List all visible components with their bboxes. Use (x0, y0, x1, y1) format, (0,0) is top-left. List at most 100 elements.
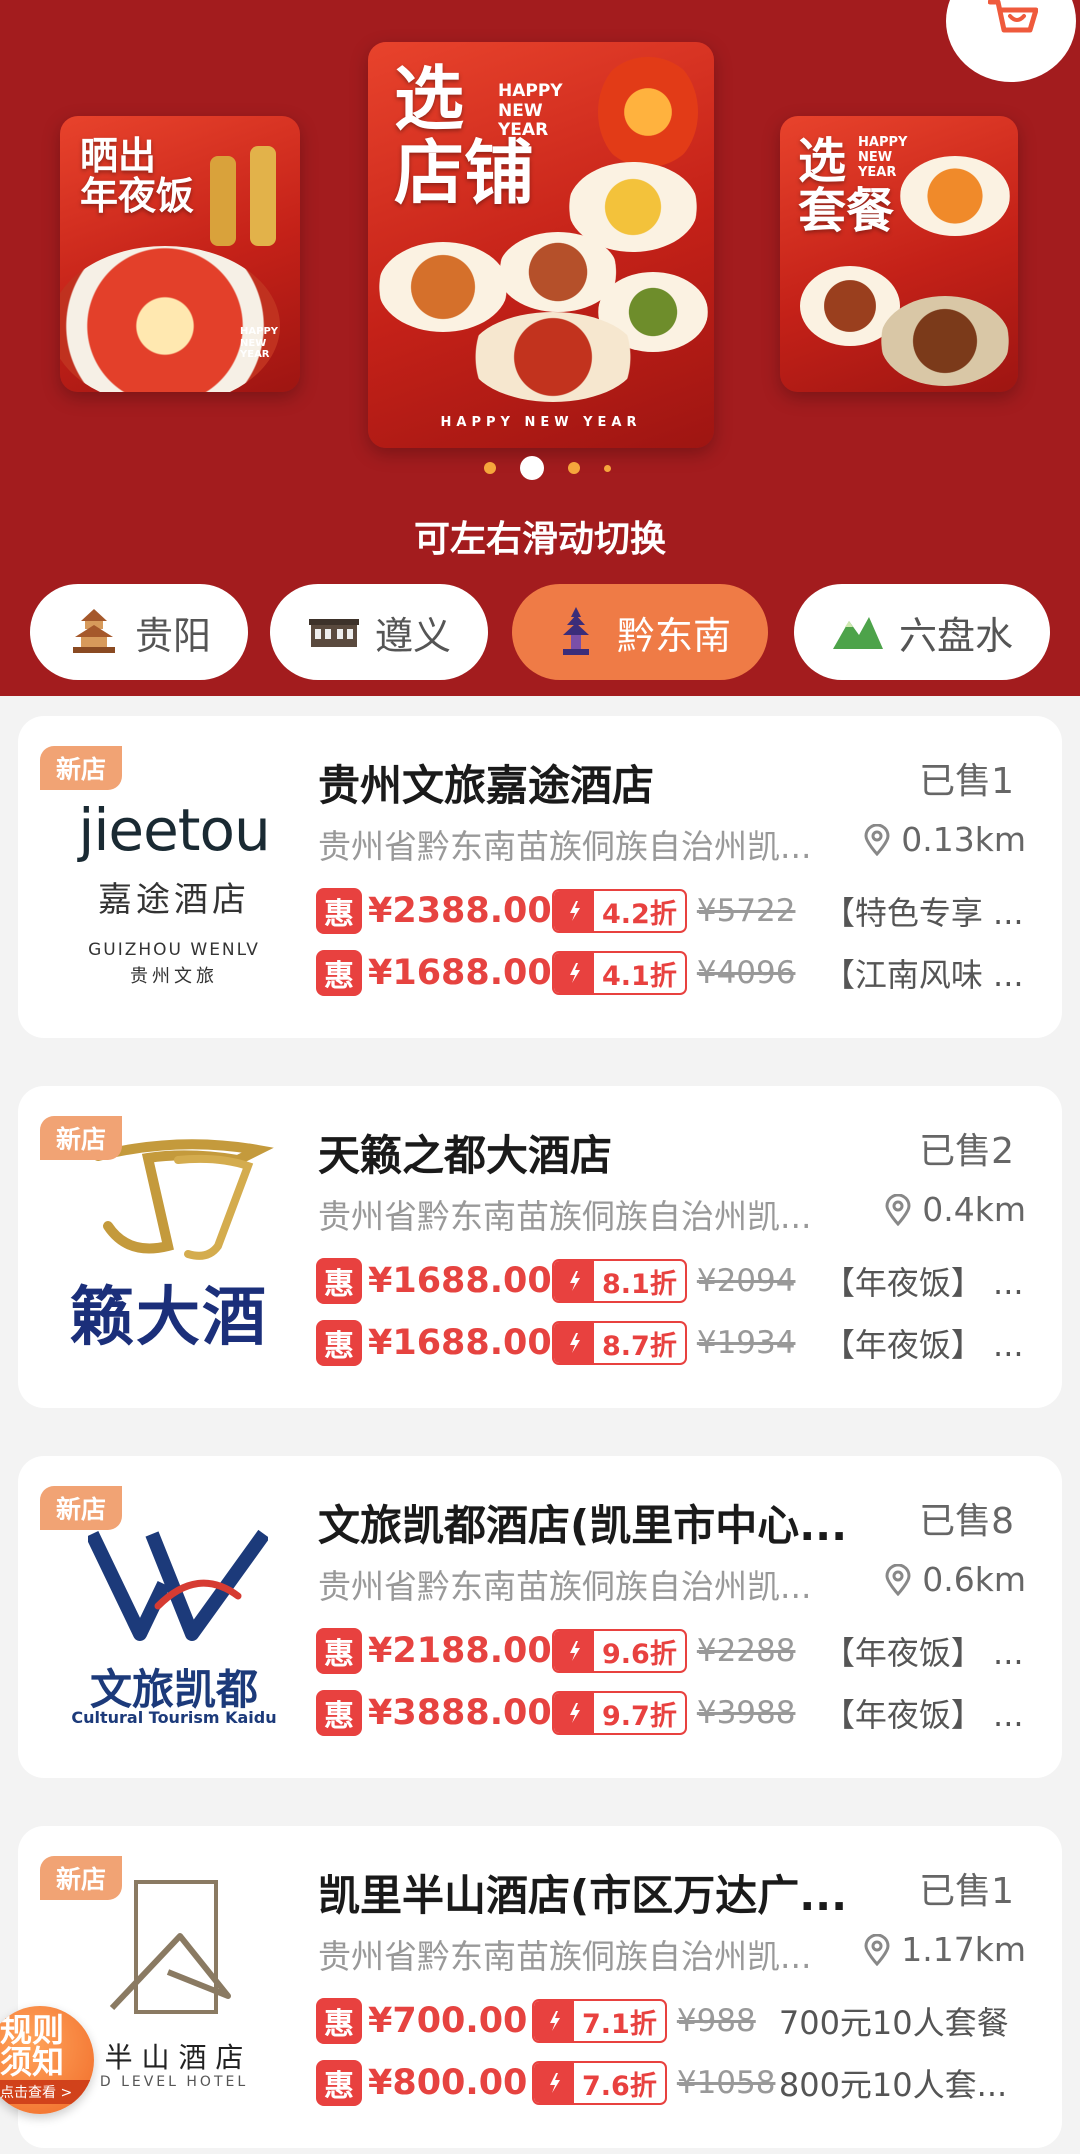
discount-badge: 8.1折 (552, 1259, 687, 1303)
package-name: 【年夜饭】 ... (822, 1264, 1024, 1302)
down-arrow-icon (554, 1323, 594, 1363)
promo-card-choose-package[interactable]: 选 套餐 HAPPY NEW YEAR (780, 116, 1018, 392)
new-store-badge: 新店 (40, 1486, 122, 1530)
store-address: 贵州省黔东南苗族侗族自治州凯... (318, 827, 812, 866)
promo-banner: 晒出 年夜饭 HAPPY NEW YEAR 选 店铺 HAPPY NEW YEA… (0, 0, 1080, 696)
location-pin-icon (885, 1563, 911, 1596)
original-price: ¥2288 (696, 1633, 796, 1669)
store-name: 天籁之都大酒店 (318, 1131, 613, 1180)
deal-tag: 惠 (316, 1258, 362, 1304)
carousel-dot[interactable] (568, 462, 580, 474)
store-card[interactable]: 新店 jieetou 嘉途酒店 GUIZHOU WENLV 贵州文旅 贵州文旅嘉… (18, 716, 1062, 1038)
tab-qiandongnan[interactable]: 黔东南 (512, 584, 768, 680)
distance-value: 0.4km (922, 1190, 1026, 1229)
deal-row[interactable]: 惠 ¥1688.00 8.7折 ¥1934 【年夜饭】 ... (316, 1318, 1029, 1368)
original-price: ¥4096 (696, 955, 796, 991)
original-price: ¥3988 (696, 1695, 796, 1731)
carousel-dot-active[interactable] (520, 456, 544, 480)
discount-badge: 9.6折 (552, 1629, 687, 1673)
tab-guiyang[interactable]: 贵阳 (30, 584, 248, 680)
building-icon (308, 619, 359, 647)
discount-badge: 4.2折 (552, 889, 687, 933)
promo-card-choose-store[interactable]: 选 店铺 HAPPY NEW YEAR HAPPY NEW YEAR (368, 42, 714, 448)
tab-label: 遵义 (374, 613, 451, 658)
down-arrow-icon (554, 1693, 594, 1733)
store-card[interactable]: 新店 半 山 酒 店 D LEVEL HOTEL 凯里半山酒店(市区万达广...… (18, 1826, 1062, 2148)
new-store-badge: 新店 (40, 746, 122, 790)
deal-tag: 惠 (316, 1690, 362, 1736)
down-arrow-icon (554, 953, 594, 993)
original-price: ¥1934 (696, 1325, 796, 1361)
rules-title: 规则 须知 (0, 2011, 65, 2081)
sold-count: 已售8 (919, 1501, 1014, 1542)
discount-badge: 4.1折 (552, 951, 687, 995)
city-tabs: 贵阳 遵义 黔东南 六盘水 (30, 584, 1050, 680)
promo-card-share-dinner[interactable]: 晒出 年夜饭 HAPPY NEW YEAR (60, 116, 300, 392)
distance-value: 0.13km (901, 820, 1026, 859)
carousel-dot[interactable] (604, 464, 611, 472)
promo-card-subtitle: HAPPY NEW YEAR (858, 135, 908, 180)
distance: 0.4km (884, 1190, 1026, 1229)
discount-badge: 9.7折 (552, 1691, 687, 1735)
original-price: ¥5722 (696, 893, 796, 929)
deal-row[interactable]: 惠 ¥2388.00 4.2折 ¥5722 【特色专享 ... (316, 886, 1029, 936)
deal-row[interactable]: 惠 ¥1688.00 4.1折 ¥4096 【江南风味 ... (316, 948, 1029, 998)
store-card[interactable]: 新店 籁大酒 天籁之都大酒店 已售2 贵州省黔东南苗族侗族自治州凯... 0.4… (18, 1086, 1062, 1408)
discount-text: 4.1折 (602, 960, 677, 992)
distance: 0.6km (884, 1560, 1026, 1599)
deal-row[interactable]: 惠 ¥700.00 7.1折 ¥988 700元10人套餐 (316, 1996, 1029, 2046)
discount-text: 7.1折 (582, 2008, 657, 2040)
sold-count: 已售1 (919, 761, 1014, 802)
promo-card-title: 晒出 年夜饭 (80, 133, 195, 218)
down-arrow-icon (554, 1261, 594, 1301)
store-name: 凯里半山酒店(市区万达广... (318, 1871, 848, 1920)
store-address: 贵州省黔东南苗族侗族自治州凯... (318, 1937, 812, 1976)
tab-liupanshui[interactable]: 六盘水 (794, 584, 1050, 680)
new-store-badge: 新店 (40, 1856, 122, 1900)
tab-label: 黔东南 (616, 613, 731, 658)
deal-price: ¥700.00 (368, 2001, 528, 2041)
deal-row[interactable]: 惠 ¥2188.00 9.6折 ¥2288 【年夜饭】 ... (316, 1626, 1029, 1676)
deal-tag: 惠 (316, 888, 362, 934)
location-pin-icon (864, 823, 890, 856)
promo-card-subtitle: HAPPY NEW YEAR (498, 81, 563, 141)
package-name: 【年夜饭】 ... (822, 1696, 1024, 1734)
discount-badge: 8.7折 (552, 1321, 687, 1365)
original-price: ¥2094 (696, 1263, 796, 1299)
deal-row[interactable]: 惠 ¥3888.00 9.7折 ¥3988 【年夜饭】 ... (316, 1688, 1029, 1738)
carousel-indicator (484, 456, 611, 480)
swipe-hint: 可左右滑动切换 (413, 519, 666, 560)
discount-text: 9.7折 (602, 1700, 677, 1732)
deal-row[interactable]: 惠 ¥1688.00 8.1折 ¥2094 【年夜饭】 ... (316, 1256, 1029, 1306)
package-name: 【年夜饭】 ... (822, 1326, 1024, 1364)
rules-subtitle: 点击查看 > (0, 2080, 94, 2104)
sold-count: 已售1 (919, 1871, 1014, 1912)
promo-card-footer: HAPPY NEW YEAR (440, 415, 642, 430)
deal-price: ¥3888.00 (368, 1693, 552, 1733)
store-card[interactable]: 新店 文旅凯都 Cultural Tourism Kaidu 文旅凯都酒店(凯里… (18, 1456, 1062, 1778)
location-pin-icon (885, 1193, 911, 1226)
package-name: 800元10人套... (778, 2066, 1008, 2104)
carousel-dot[interactable] (484, 462, 496, 474)
deal-price: ¥800.00 (368, 2063, 528, 2103)
distance-value: 0.6km (922, 1560, 1026, 1599)
discount-badge: 7.1折 (532, 1999, 667, 2043)
discount-text: 9.6折 (602, 1638, 677, 1670)
discount-text: 4.2折 (602, 898, 677, 930)
tab-label: 贵阳 (134, 613, 211, 658)
discount-badge: 7.6折 (532, 2061, 667, 2105)
store-address: 贵州省黔东南苗族侗族自治州凯... (318, 1197, 812, 1236)
deal-price: ¥1688.00 (368, 1323, 552, 1363)
deal-tag: 惠 (316, 2060, 362, 2106)
tab-zunyi[interactable]: 遵义 (270, 584, 488, 680)
cart-button[interactable] (946, 0, 1076, 82)
deal-row[interactable]: 惠 ¥800.00 7.6折 ¥1058 800元10人套... (316, 2058, 1029, 2108)
promo-card-subtitle: HAPPY NEW YEAR (240, 326, 279, 360)
discount-text: 8.7折 (602, 1330, 677, 1362)
down-arrow-icon (554, 891, 594, 931)
location-pin-icon (864, 1933, 890, 1966)
deal-price: ¥2388.00 (368, 891, 552, 931)
discount-text: 7.6折 (582, 2070, 657, 2102)
package-name: 【年夜饭】 ... (822, 1634, 1024, 1672)
store-name: 文旅凯都酒店(凯里市中心... (318, 1501, 848, 1550)
